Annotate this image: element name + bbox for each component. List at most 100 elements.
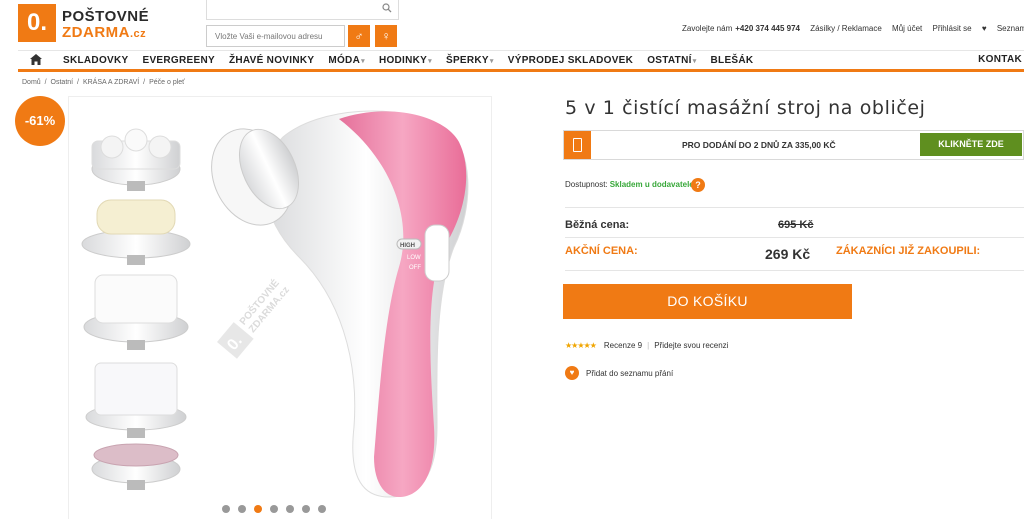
divider (565, 237, 1024, 238)
nav-item-6[interactable]: VÝPRODEJ SKLADOVEK (501, 55, 640, 66)
call-text: Zavolejte nám (682, 24, 733, 33)
product-image[interactable]: 0. POŠTOVNÉ ZDARMA.cz HIGH LOW OFF (68, 96, 492, 519)
nav-item-7[interactable]: OSTATNÍ▾ (640, 55, 703, 66)
logo-line2: ZDARMA.cz (62, 24, 146, 41)
home-icon-svg (30, 53, 42, 65)
breadcrumb-item[interactable]: KRÁSA A ZDRAVÍ (83, 79, 139, 86)
facial-device: HIGH LOW OFF (211, 110, 469, 498)
nav-item-label: OSTATNÍ (647, 55, 692, 66)
chevron-down-icon: ▾ (428, 58, 432, 65)
regular-price-label: Běžná cena: (565, 219, 630, 231)
delivery-text: PRO DODÁNÍ DO 2 DNŮ ZA 335,00 KČ (682, 140, 836, 150)
phone-number[interactable]: +420 374 445 974 (735, 24, 800, 33)
newsletter-female-button[interactable]: ♀ (375, 25, 397, 47)
nav-item-4[interactable]: HODINKY▾ (372, 55, 439, 66)
wishlist-link-label: Seznam přá (996, 24, 1024, 33)
help-icon[interactable]: ? (691, 178, 705, 192)
nav-item-label: MÓDA (328, 55, 361, 66)
logo-line1: POŠTOVNÉ (62, 8, 150, 25)
nav-item-0[interactable]: SKLADOVKY (56, 55, 135, 66)
chevron-down-icon: ▾ (361, 58, 365, 65)
newsletter-email-field[interactable] (206, 25, 345, 47)
divider (565, 270, 1024, 271)
divider (565, 207, 1024, 208)
home-icon[interactable] (18, 53, 56, 68)
regular-price: 695 Kč (778, 219, 814, 231)
add-to-wishlist[interactable]: ♥ Přidat do seznamu přání (565, 366, 673, 380)
reviews-link[interactable]: Recenze 9 (604, 341, 642, 350)
heart-icon: ♥ (565, 366, 579, 380)
search-icon[interactable] (382, 3, 392, 16)
breadcrumb-item[interactable]: Péče o pleť (149, 79, 185, 86)
gallery-dot[interactable] (286, 505, 294, 513)
top-links: Zavolejte nám +420 374 445 974 Zásilky / … (682, 24, 1024, 33)
breadcrumb-separator: / (141, 79, 148, 86)
gallery-dot[interactable] (238, 505, 246, 513)
nav-item-label: HODINKY (378, 55, 428, 66)
nav-item-label: VÝPRODEJ SKLADOVEK (507, 55, 634, 66)
breadcrumb-separator: / (75, 79, 81, 86)
chevron-down-icon: ▾ (692, 58, 697, 65)
nav-item-label: BLEŠÁK (710, 55, 754, 66)
search-icon-svg (382, 3, 392, 13)
customers-bought-label: ZÁKAZNÍCI JIŽ ZAKOUPILI: (836, 245, 981, 257)
nav-item-1[interactable]: EVERGREENY (135, 55, 221, 66)
logo-line2-text: ZDARMA (62, 24, 130, 41)
gallery-dot[interactable] (270, 505, 278, 513)
logo-badge: 0. (18, 4, 56, 42)
nav-item-label: EVERGREENY (142, 55, 215, 66)
nav-item-label: ŠPERKY (445, 55, 489, 66)
search-input[interactable] (206, 0, 399, 20)
watermark: 0. POŠTOVNÉ ZDARMA.cz (217, 276, 292, 359)
product-image-svg: 0. POŠTOVNÉ ZDARMA.cz HIGH LOW OFF (81, 110, 469, 498)
wishlist-link[interactable]: ♥ Seznam přá (982, 24, 1024, 33)
sale-price-label: AKČNÍ CENA: (565, 245, 638, 257)
rating-stars: ★★★★★ (565, 341, 597, 350)
product-title: 5 v 1 čistící masážní stroj na obličej (565, 97, 926, 119)
breadcrumb-item[interactable]: Ostatní (51, 79, 74, 86)
availability-label: Dostupnost: (565, 180, 608, 189)
attachment-pumice (91, 443, 181, 490)
phone-icon (564, 131, 591, 159)
device-label-off: OFF (409, 265, 421, 271)
heart-icon: ♥ (981, 24, 987, 33)
separator: | (647, 341, 650, 350)
chevron-down-icon: ▾ (489, 58, 494, 65)
add-review-link[interactable]: Přidejte svou recenzi (654, 341, 728, 350)
shipments-link[interactable]: Zásilky / Reklamace (810, 24, 882, 33)
login-link[interactable]: Přihlásit se (933, 24, 972, 33)
click-here-button[interactable]: KLIKNĚTE ZDE (920, 133, 1022, 156)
nav-item-3[interactable]: MÓDA▾ (321, 55, 372, 66)
availability-value: Skladem u dodavatele (609, 180, 694, 189)
attachment-sponge (81, 199, 191, 265)
add-to-wishlist-label: Přidat do seznamu přání (586, 368, 674, 378)
nav-item-2[interactable]: ŽHAVÉ NOVINKY (222, 55, 321, 66)
gallery-dot[interactable] (254, 505, 262, 513)
breadcrumb-item[interactable]: Domů (22, 79, 41, 86)
gallery-dot[interactable] (222, 505, 230, 513)
gallery-pagination (222, 505, 334, 513)
device-label-low: LOW (407, 255, 421, 261)
nav-item-5[interactable]: ŠPERKY▾ (439, 55, 501, 66)
nav-item-label: SKLADOVKY (63, 55, 129, 66)
main-navigation: SKLADOVKY EVERGREENY ŽHAVÉ NOVINKY MÓDA▾ HOD… (18, 50, 1024, 72)
newsletter-male-button[interactable]: ♂ (348, 25, 370, 47)
add-to-cart-button[interactable]: DO KOŠÍKU (563, 284, 852, 319)
gallery-dot[interactable] (302, 505, 310, 513)
nav-item-8[interactable]: BLEŠÁK (704, 55, 761, 66)
rating-row: ★★★★★ Recenze 9 | Přidejte svou recenzi (565, 341, 728, 350)
discount-badge: -61% (15, 96, 65, 146)
logo-tld: .cz (130, 28, 147, 40)
attachment-brush (83, 274, 189, 350)
nav-item-kontakt[interactable]: KONTAK (978, 54, 1022, 65)
sale-price: 269 Kč (765, 246, 811, 262)
attachment-foam (85, 362, 187, 438)
attachment-massage (91, 128, 181, 191)
call-label: Zavolejte nám +420 374 445 974 (682, 24, 800, 33)
breadcrumb: Domů / Ostatní / KRÁSA A ZDRAVÍ / Péče o… (22, 79, 185, 86)
account-link[interactable]: Můj účet (892, 24, 922, 33)
gallery-dot[interactable] (318, 505, 326, 513)
breadcrumb-separator: / (42, 79, 49, 86)
site-logo[interactable]: 0. POŠTOVNÉ ZDARMA.cz (18, 2, 168, 46)
availability: Dostupnost: Skladem u dodavatele (565, 180, 694, 189)
